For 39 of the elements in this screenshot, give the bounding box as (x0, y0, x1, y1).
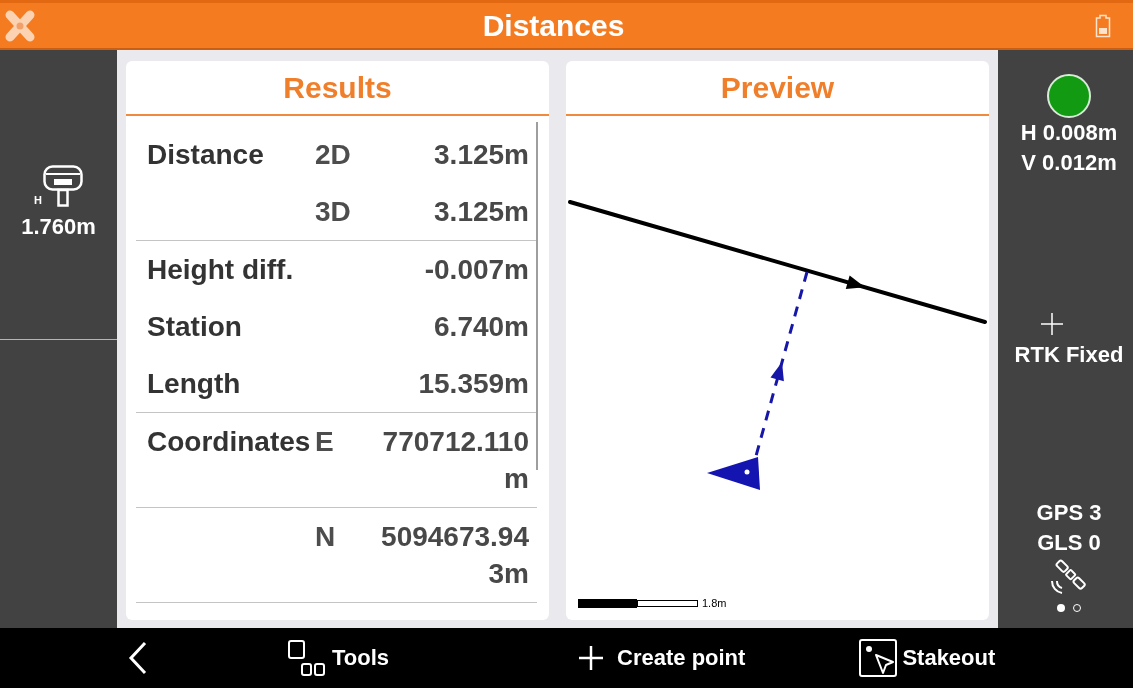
gnss-receiver-icon (42, 165, 83, 207)
result-label: Station (147, 311, 242, 342)
height-label: H (34, 195, 42, 206)
crosshair-icon (1041, 313, 1063, 335)
plus-icon (579, 646, 604, 670)
stakeout-button[interactable]: Stakeout (859, 639, 996, 677)
solution-status: RTK Fixed (1014, 341, 1124, 369)
glonass-count: GLS 0 (1037, 529, 1101, 557)
horizontal-precision: H 0.008m (1020, 119, 1118, 147)
results-title: Results (283, 72, 392, 103)
component-label: N (315, 521, 336, 552)
cursor-in-square-icon (859, 639, 898, 677)
component-label: 2D (315, 139, 351, 170)
component-label: E (315, 426, 334, 457)
result-value: 15.359m (418, 368, 529, 399)
result-label: Height diff. (147, 254, 294, 285)
result-label: Distance (147, 139, 264, 170)
gps-count: GPS 3 (1036, 499, 1102, 527)
screen-title: Distances (482, 10, 625, 41)
vertical-precision: V 0.012m (1021, 149, 1117, 177)
preview-title: Preview (720, 72, 835, 103)
create-point-button[interactable]: Create point (579, 646, 746, 670)
result-label: Length (147, 368, 241, 399)
result-value: 3.125m (434, 196, 529, 227)
result-label: Coordinates (147, 426, 311, 457)
battery-icon (1095, 13, 1111, 38)
component-label: 3D (315, 196, 351, 227)
result-value: 6.740m (434, 311, 529, 342)
satellite-icon (1049, 558, 1089, 596)
result-value: 770712.110m (382, 426, 529, 494)
grid-icon (288, 640, 325, 676)
result-value: -0.007m (424, 254, 529, 285)
chevron-left-icon (128, 641, 148, 675)
antenna-height-value: 1.760m (21, 213, 96, 241)
scale-label: 1.8m (702, 598, 727, 609)
x-logo-icon (4, 8, 36, 43)
result-value: 5094673.943m (381, 521, 529, 589)
tools-button[interactable]: Tools (288, 640, 390, 676)
result-value: 3.125m (434, 139, 529, 170)
